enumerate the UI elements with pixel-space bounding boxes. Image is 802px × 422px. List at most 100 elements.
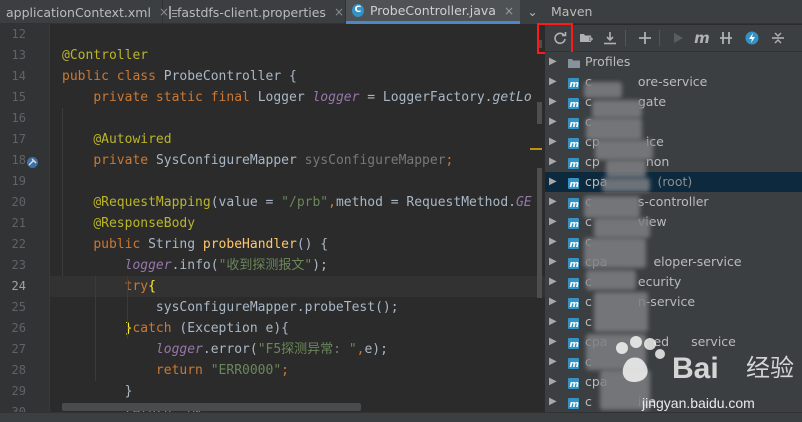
expand-arrow-icon[interactable]: ▶ <box>549 352 557 372</box>
java-class-icon: C <box>352 4 364 17</box>
editor-tab-bar: applicationContext.xml × fastdfs-client.pr… <box>0 0 545 24</box>
chevron-down-icon[interactable]: ⌄ <box>520 0 545 24</box>
code-token: (Exception e){ <box>179 321 289 336</box>
download-icon[interactable] <box>599 27 621 49</box>
module-name: c <box>585 314 592 329</box>
add-folder-icon[interactable] <box>575 27 597 49</box>
code-text: @Autowired <box>62 129 171 150</box>
code-token: "收到探测报文" <box>218 258 313 273</box>
expand-arrow-icon[interactable]: ▶ <box>549 332 557 352</box>
indent-guide <box>62 108 63 276</box>
collapse-icon[interactable] <box>767 27 789 49</box>
expand-arrow-icon[interactable]: ▶ <box>549 192 557 212</box>
horizontal-scrollbar[interactable] <box>62 403 361 411</box>
maven-module-icon: m <box>567 356 580 370</box>
code-token: ); <box>312 258 328 273</box>
expand-arrow-icon[interactable]: ▶ <box>549 232 557 252</box>
tab-applicationcontext-xml[interactable]: applicationContext.xml × <box>0 0 169 24</box>
code-token: @RequestMapping <box>93 195 211 210</box>
code-line[interactable]: @RequestMapping(value = "/prb",method = … <box>50 192 545 213</box>
baidu-watermark: Bai 经验 jingyan.baidu.com <box>600 334 800 414</box>
code-line[interactable]: @Autowired <box>50 129 545 150</box>
tab-probecontroller-java[interactable]: C ProbeController.java × <box>346 0 521 24</box>
code-line[interactable]: private static final Logger logger = Log… <box>50 87 545 108</box>
close-icon[interactable]: × <box>504 4 514 18</box>
maven-tree-item[interactable]: ▶ m cpa (root) <box>545 172 802 192</box>
lightning-icon[interactable] <box>741 27 763 49</box>
code-text: @RequestMapping(value = "/prb",method = … <box>62 192 531 213</box>
expand-arrow-icon[interactable]: ▶ <box>549 372 557 392</box>
redaction-blur <box>584 82 622 98</box>
expand-arrow-icon[interactable]: ▶ <box>549 312 557 332</box>
reload-highlight-box <box>537 23 573 54</box>
vertical-scrollbar[interactable] <box>537 168 542 298</box>
close-icon[interactable]: × <box>334 5 344 19</box>
code-line[interactable]: private SysConfigureMapper sysConfigureM… <box>50 150 545 171</box>
code-line[interactable] <box>50 24 545 45</box>
svg-text:m: m <box>570 320 579 330</box>
code-text: private SysConfigureMapper sysConfigureM… <box>62 150 453 171</box>
maven-module-icon: m <box>567 216 580 230</box>
code-line[interactable] <box>50 108 545 129</box>
plus-icon[interactable] <box>634 27 656 49</box>
code-text: logger.error("F5探测异常: ",e); <box>62 339 388 360</box>
code-token: "/prb" <box>281 195 329 210</box>
maven-module-icon: m <box>567 96 580 110</box>
code-line[interactable]: public class ProbeController { <box>50 66 545 87</box>
maven-tree-item[interactable]: ▶ mc <box>545 312 802 332</box>
expand-arrow-icon[interactable]: ▶ <box>549 272 557 292</box>
code-line[interactable]: @ResponseBody <box>50 213 545 234</box>
code-token: logger <box>155 342 203 357</box>
tab-fastdfs-client-properties[interactable]: fastdfs-client.properties × <box>163 0 346 24</box>
spring-bean-icon[interactable] <box>26 154 39 168</box>
code-line[interactable]: logger.error("F5探测异常: ",e); <box>50 339 545 360</box>
maven-tree-item[interactable]: ▶ m c n-service <box>545 292 802 312</box>
expand-arrow-icon[interactable]: ▶ <box>549 292 557 312</box>
code-line[interactable] <box>50 171 545 192</box>
expand-arrow-icon[interactable]: ▶ <box>549 92 557 112</box>
code-token: sysConfigureMapper.probeTest(); <box>62 300 399 315</box>
run-icon[interactable] <box>667 27 689 49</box>
expand-arrow-icon[interactable]: ▶ <box>549 72 557 92</box>
code-token: } <box>62 384 133 399</box>
code-line[interactable]: public String probeHandler() { <box>50 234 545 255</box>
skip-tests-icon[interactable] <box>715 27 737 49</box>
code-line[interactable]: logger.info("收到探测报文"); <box>50 255 545 276</box>
code-line[interactable]: try{ <box>50 276 545 297</box>
code-line[interactable]: sysConfigureMapper.probeTest(); <box>50 297 545 318</box>
expand-arrow-icon[interactable]: ▶ <box>549 392 557 412</box>
expand-arrow-icon[interactable]: ▶ <box>549 252 557 272</box>
maven-module-icon: m <box>567 336 580 350</box>
code-token: String <box>148 237 203 252</box>
module-name-suffix: ore-service <box>637 74 708 89</box>
maven-tree-item[interactable]: ▶ m cp ice <box>545 132 802 152</box>
code-editor[interactable]: @Controller public class ProbeController … <box>50 24 545 412</box>
code-line[interactable]: }catch (Exception e){ <box>50 318 545 339</box>
expand-arrow-icon[interactable]: ▶ <box>549 172 557 192</box>
redaction-blur <box>594 218 650 238</box>
svg-text:m: m <box>570 180 579 190</box>
maven-tree-item[interactable]: ▶ Profiles <box>545 52 802 72</box>
code-text: @Controller <box>62 45 148 66</box>
code-text: } <box>62 381 133 402</box>
expand-arrow-icon[interactable]: ▶ <box>549 112 557 132</box>
code-token: private static final <box>93 90 258 105</box>
maven-tree-item[interactable]: ▶ m cp non <box>545 152 802 172</box>
line-number: 28 <box>11 363 26 377</box>
expand-arrow-icon[interactable]: ▶ <box>549 132 557 152</box>
maven-tree-item[interactable]: ▶mc <box>545 112 802 132</box>
code-token: SysConfigureMapper <box>155 153 305 168</box>
expand-arrow-icon[interactable]: ▶ <box>549 152 557 172</box>
m-icon[interactable]: m <box>691 27 713 49</box>
expand-arrow-icon[interactable]: ▶ <box>549 52 557 72</box>
code-line[interactable]: } <box>50 381 545 402</box>
line-number: 29 <box>11 384 26 398</box>
expand-arrow-icon[interactable]: ▶ <box>549 212 557 232</box>
code-line[interactable]: @Controller <box>50 45 545 66</box>
code-token: ; <box>281 363 289 378</box>
maven-tree-item[interactable]: ▶mcecurity <box>545 272 802 292</box>
code-line[interactable]: return "ERR0000"; <box>50 360 545 381</box>
line-number: 22 <box>11 237 26 251</box>
